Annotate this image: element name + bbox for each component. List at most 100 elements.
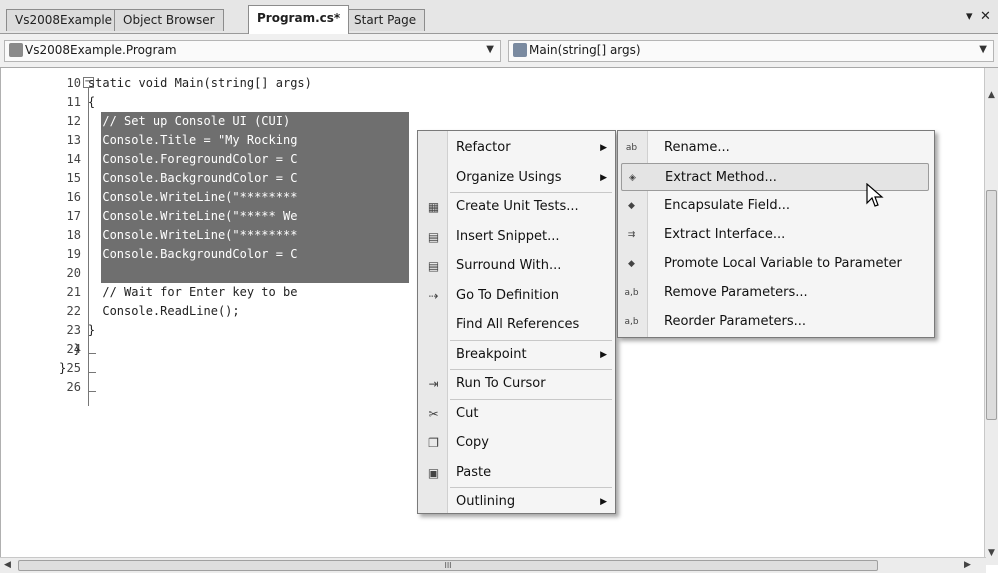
menu-item-insert-snippet[interactable]: ▤ Insert Snippet...	[418, 223, 615, 251]
menu-item-copy[interactable]: ❐ Copy	[418, 429, 615, 457]
horizontal-scroll-thumb[interactable]: III	[18, 560, 878, 571]
code-text: // Set up Console UI (CUI)	[59, 114, 291, 128]
menu-item-label: Run To Cursor	[456, 376, 546, 391]
menu-item-label: Copy	[456, 435, 489, 450]
menu-item-label: Extract Method...	[665, 170, 777, 185]
vertical-scrollbar[interactable]: ▲ ▼	[984, 68, 998, 565]
extract-method-icon: ◈	[629, 173, 636, 183]
menu-item-label: Cut	[456, 405, 479, 421]
code-text: Console.ReadLine();	[59, 304, 240, 318]
menu-item-label: Find All References	[456, 317, 580, 332]
menu-item-create-unit-tests[interactable]: ▦ Create Unit Tests...	[418, 193, 615, 221]
paste-icon: ▣	[427, 465, 440, 480]
chevron-down-icon: ▼	[486, 44, 494, 55]
code-text: Console.BackgroundColor = C	[59, 247, 298, 261]
menu-item-label: Surround With...	[456, 258, 562, 273]
navigation-bar: Vs2008Example.Program ▼ Main(string[] ar…	[0, 34, 998, 68]
document-tab-strip: Vs2008Example Object Browser Program.cs*…	[0, 0, 998, 34]
code-text: static void Main(string[] args)	[59, 76, 312, 90]
submenu-arrow-icon: ▶	[600, 143, 607, 153]
refactor-submenu: ab Rename... ◈ Extract Method... ◆ Encapsulat…	[617, 130, 935, 338]
go-to-definition-icon: ⇢	[428, 288, 439, 303]
scroll-left-icon[interactable]: ◀	[4, 560, 11, 570]
line-number: 26	[66, 380, 81, 394]
menu-item-label: Create Unit Tests...	[456, 199, 579, 214]
menu-item-outlining[interactable]: Outlining ▶	[418, 488, 615, 516]
tab-object-browser[interactable]: Object Browser	[114, 9, 224, 31]
unit-test-icon: ▦	[427, 200, 440, 214]
menu-item-label: Paste	[456, 464, 492, 480]
rename-icon: ab	[625, 143, 638, 153]
menu-item-cut[interactable]: ✂ Cut	[418, 400, 615, 428]
class-combo-value: Vs2008Example.Program	[25, 43, 177, 57]
code-text: Console.Title = "My Rocking	[59, 133, 298, 147]
member-combo-value: Main(string[] args)	[529, 43, 641, 57]
menu-item-label: Rename...	[664, 140, 730, 155]
menu-item-label: Refactor	[456, 140, 511, 155]
reorder-parameters-icon: a,b	[624, 317, 639, 327]
menu-item-paste[interactable]: ▣ Paste	[418, 459, 615, 487]
menu-item-go-to-definition[interactable]: ⇢ Go To Definition	[418, 282, 615, 310]
cut-icon: ✂	[428, 406, 439, 421]
code-line: 12 // Set up Console UI (CUI)	[1, 112, 901, 131]
menu-item-label: Organize Usings	[456, 169, 562, 185]
submenu-arrow-icon: ▶	[600, 497, 607, 507]
member-combo[interactable]: Main(string[] args) ▼	[508, 40, 994, 62]
method-icon	[513, 43, 527, 57]
menu-item-label: Breakpoint	[456, 346, 527, 362]
copy-icon: ❐	[428, 436, 439, 450]
chevron-down-icon: ▼	[979, 44, 987, 55]
remove-parameters-icon: a,b	[624, 288, 639, 298]
tab-vs2008example[interactable]: Vs2008Example	[6, 9, 122, 31]
horizontal-scrollbar[interactable]: ◀ III ▶	[0, 557, 986, 573]
code-text: Console.WriteLine("***** We	[59, 209, 298, 223]
refactor-item-extract-interface[interactable]: ⇉ Extract Interface...	[621, 221, 929, 249]
scroll-grip: III	[444, 561, 452, 570]
code-text: Console.WriteLine("********	[59, 190, 298, 204]
vertical-scroll-thumb[interactable]	[986, 190, 997, 420]
code-text: // Wait for Enter key to be	[59, 285, 298, 299]
refactor-item-promote-local-variable-to-parameter[interactable]: ◆ Promote Local Variable to Parameter	[621, 250, 929, 278]
menu-item-run-to-cursor[interactable]: ⇥ Run To Cursor	[418, 370, 615, 398]
insert-snippet-icon: ▤	[427, 229, 440, 244]
menu-item-surround-with[interactable]: ▤ Surround With...	[418, 252, 615, 280]
line-number: 25	[66, 361, 81, 375]
promote-variable-icon: ◆	[628, 259, 635, 269]
refactor-item-remove-parameters[interactable]: a,b Remove Parameters...	[621, 279, 929, 307]
class-combo[interactable]: Vs2008Example.Program ▼	[4, 40, 501, 62]
code-text: Console.WriteLine("********	[59, 228, 298, 242]
extract-interface-icon: ⇉	[627, 230, 636, 240]
tab-list-dropdown-icon[interactable]: ▾	[966, 9, 973, 24]
menu-item-label: Promote Local Variable to Parameter	[664, 256, 902, 271]
menu-item-find-all-references[interactable]: Find All References	[418, 311, 615, 339]
close-tab-icon[interactable]: ✕	[980, 9, 991, 24]
code-text: }	[59, 361, 67, 375]
menu-item-refactor[interactable]: Refactor ▶	[418, 134, 615, 162]
code-text: Console.BackgroundColor = C	[59, 171, 298, 185]
line-number: 20	[66, 266, 81, 280]
code-text: Console.ForegroundColor = C	[59, 152, 298, 166]
code-line: 10 static void Main(string[] args)	[1, 74, 901, 93]
code-text: {	[59, 95, 96, 109]
scroll-down-icon[interactable]: ▼	[988, 548, 995, 558]
refactor-item-rename[interactable]: ab Rename...	[621, 134, 929, 162]
submenu-arrow-icon: ▶	[600, 172, 607, 183]
tab-program-cs[interactable]: Program.cs*	[248, 5, 350, 34]
menu-item-label: Reorder Parameters...	[664, 314, 807, 329]
scroll-right-icon[interactable]: ▶	[964, 560, 971, 570]
menu-item-organize-usings[interactable]: Organize Usings ▶	[418, 164, 615, 192]
submenu-arrow-icon: ▶	[600, 349, 607, 360]
context-menu: Refactor ▶ Organize Usings ▶ ▦ Create Unit Te…	[417, 130, 616, 514]
menu-item-label: Go To Definition	[456, 287, 559, 303]
mouse-pointer-icon	[866, 183, 884, 207]
encapsulate-field-icon: ◆	[628, 201, 635, 211]
menu-item-label: Encapsulate Field...	[664, 198, 791, 213]
menu-item-label: Remove Parameters...	[664, 285, 808, 300]
code-line: 11 {	[1, 93, 901, 112]
menu-item-label: Extract Interface...	[664, 227, 786, 242]
tab-start-page[interactable]: Start Page	[345, 9, 426, 31]
refactor-item-reorder-parameters[interactable]: a,b Reorder Parameters...	[621, 308, 929, 336]
menu-item-breakpoint[interactable]: Breakpoint ▶	[418, 341, 615, 369]
scroll-up-icon[interactable]: ▲	[988, 90, 995, 100]
code-text: }	[59, 323, 96, 337]
